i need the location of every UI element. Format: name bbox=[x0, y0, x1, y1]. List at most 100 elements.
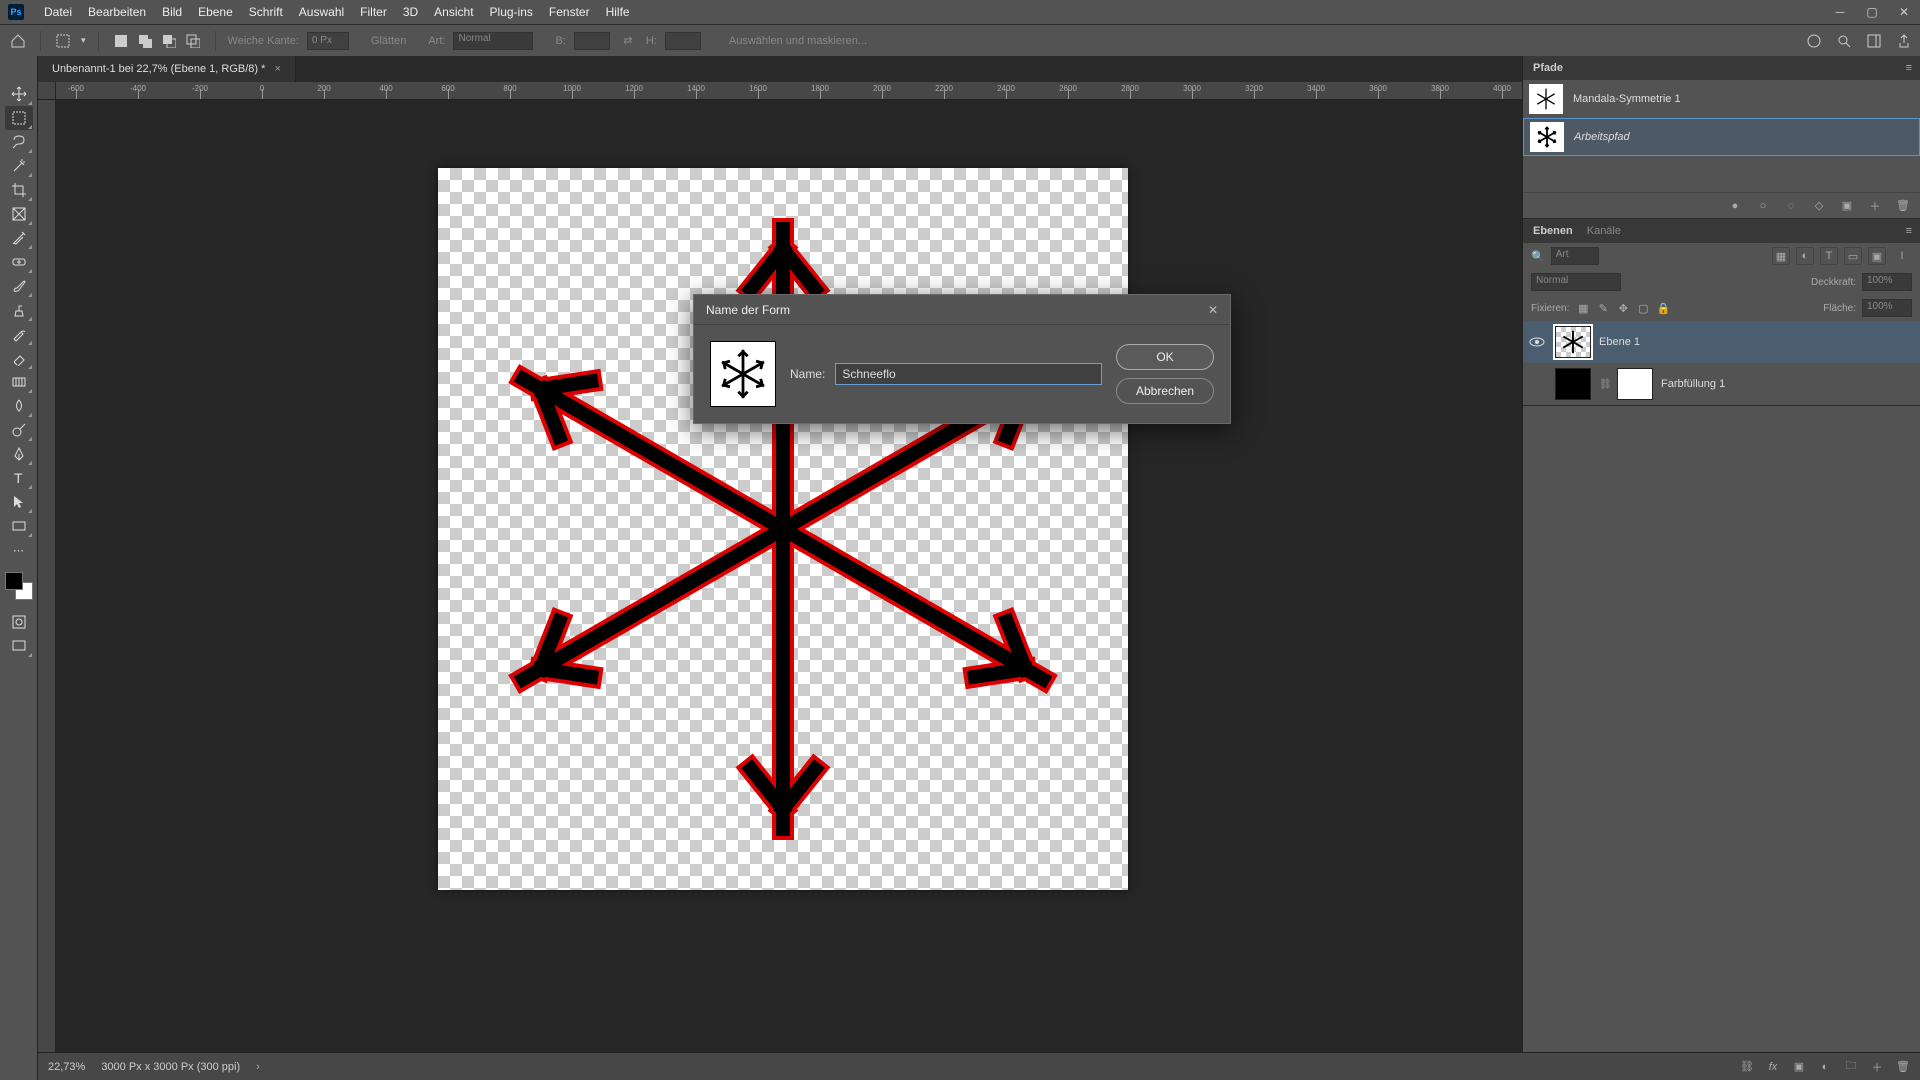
new-layer-icon[interactable]: ＋ bbox=[1870, 1060, 1884, 1074]
dodge-tool[interactable] bbox=[5, 418, 33, 442]
search-icon[interactable]: 🔍 bbox=[1531, 250, 1545, 263]
adjustment-layer-icon[interactable]: ◐ bbox=[1818, 1060, 1832, 1074]
dialog-close-button[interactable]: ✕ bbox=[1204, 301, 1222, 319]
document-info[interactable]: 3000 Px x 3000 Px (300 ppi) bbox=[101, 1061, 240, 1073]
layer-visibility-toggle[interactable] bbox=[1527, 336, 1547, 348]
path-to-selection-icon[interactable]: ◌ bbox=[1784, 199, 1798, 213]
filter-adjustment-icon[interactable]: ◐ bbox=[1796, 247, 1814, 265]
path-item[interactable]: Arbeitspfad bbox=[1523, 118, 1920, 156]
marquee-tool[interactable] bbox=[5, 106, 33, 130]
link-mask-icon[interactable]: ⛓ bbox=[1599, 379, 1609, 390]
layer-mask-thumbnail[interactable] bbox=[1617, 368, 1653, 400]
history-brush-tool[interactable] bbox=[5, 322, 33, 346]
dialog-titlebar[interactable]: Name der Form ✕ bbox=[694, 295, 1230, 325]
new-path-icon[interactable]: ＋ bbox=[1868, 199, 1882, 213]
clone-stamp-tool[interactable] bbox=[5, 298, 33, 322]
delete-path-icon[interactable]: 🗑 bbox=[1896, 199, 1910, 213]
blend-mode-combo[interactable]: Normal bbox=[1531, 273, 1621, 291]
search-icon[interactable] bbox=[1834, 31, 1854, 51]
panel-menu-icon[interactable]: ≡ bbox=[1906, 62, 1912, 74]
path-selection-tool[interactable] bbox=[5, 490, 33, 514]
menu-help[interactable]: Hilfe bbox=[598, 0, 638, 24]
magic-wand-tool[interactable] bbox=[5, 154, 33, 178]
add-mask-icon[interactable]: ▣ bbox=[1840, 199, 1854, 213]
horizontal-ruler[interactable]: -600-400-2000200400600800100012001400160… bbox=[56, 82, 1522, 100]
refine-edge-button[interactable]: Auswählen und maskieren... bbox=[729, 35, 867, 47]
add-selection-icon[interactable] bbox=[135, 31, 155, 51]
fill-path-icon[interactable]: ● bbox=[1728, 199, 1742, 213]
subtract-selection-icon[interactable] bbox=[159, 31, 179, 51]
stroke-path-icon[interactable]: ○ bbox=[1756, 199, 1770, 213]
swap-wh-icon[interactable]: ⇄ bbox=[618, 31, 638, 51]
menu-edit[interactable]: Bearbeiten bbox=[80, 0, 154, 24]
screen-mode-icon[interactable] bbox=[5, 634, 33, 658]
share-icon[interactable] bbox=[1894, 31, 1914, 51]
more-tools-icon[interactable]: ⋯ bbox=[5, 538, 33, 562]
link-layers-icon[interactable]: ⛓ bbox=[1740, 1060, 1754, 1074]
menu-layer[interactable]: Ebene bbox=[190, 0, 241, 24]
filter-type-icon[interactable]: T bbox=[1820, 247, 1838, 265]
menu-window[interactable]: Fenster bbox=[541, 0, 598, 24]
frame-tool[interactable] bbox=[5, 202, 33, 226]
pen-tool[interactable] bbox=[5, 442, 33, 466]
move-tool[interactable] bbox=[5, 82, 33, 106]
color-swatches[interactable] bbox=[5, 572, 33, 600]
menu-filter[interactable]: Filter bbox=[352, 0, 395, 24]
menu-plugins[interactable]: Plug-ins bbox=[482, 0, 541, 24]
menu-file[interactable]: Datei bbox=[36, 0, 80, 24]
brush-tool[interactable] bbox=[5, 274, 33, 298]
ok-button[interactable]: OK bbox=[1116, 344, 1214, 370]
lock-transparency-icon[interactable]: ▦ bbox=[1575, 300, 1591, 316]
path-item[interactable]: Mandala-Symmetrie 1 bbox=[1523, 80, 1920, 118]
paths-tab[interactable]: Pfade bbox=[1533, 62, 1563, 74]
filter-toggle-icon[interactable]: ⏽ bbox=[1892, 250, 1912, 263]
foreground-color-swatch[interactable] bbox=[5, 572, 23, 590]
layer-item[interactable]: ⛓ Farbfüllung 1 bbox=[1523, 363, 1920, 405]
layer-thumbnail[interactable] bbox=[1555, 326, 1591, 358]
home-icon[interactable] bbox=[8, 31, 28, 51]
zoom-level[interactable]: 22,73% bbox=[48, 1061, 85, 1073]
fill-input[interactable]: 100% bbox=[1862, 299, 1912, 317]
menu-view[interactable]: Ansicht bbox=[426, 0, 481, 24]
intersect-selection-icon[interactable] bbox=[183, 31, 203, 51]
width-input[interactable] bbox=[574, 32, 610, 50]
workspace-icon[interactable] bbox=[1864, 31, 1884, 51]
channels-tab[interactable]: Kanäle bbox=[1587, 225, 1621, 237]
feather-input[interactable] bbox=[307, 32, 349, 50]
delete-layer-icon[interactable]: 🗑 bbox=[1896, 1060, 1910, 1074]
tab-close-icon[interactable]: × bbox=[274, 63, 280, 75]
opacity-input[interactable]: 100% bbox=[1862, 273, 1912, 291]
crop-tool[interactable] bbox=[5, 178, 33, 202]
ruler-origin[interactable] bbox=[38, 82, 56, 100]
window-minimize-button[interactable]: ─ bbox=[1824, 0, 1856, 24]
layer-item[interactable]: Ebene 1 bbox=[1523, 321, 1920, 363]
add-mask-icon[interactable]: ▣ bbox=[1792, 1060, 1806, 1074]
lock-all-icon[interactable]: 🔒 bbox=[1655, 300, 1671, 316]
chevron-right-icon[interactable]: › bbox=[256, 1061, 260, 1073]
layers-tab[interactable]: Ebenen bbox=[1533, 225, 1573, 237]
vertical-ruler[interactable] bbox=[38, 100, 56, 1052]
style-combo[interactable]: Normal bbox=[453, 32, 533, 50]
filter-smart-icon[interactable]: ▣ bbox=[1868, 247, 1886, 265]
menu-3d[interactable]: 3D bbox=[395, 0, 426, 24]
shape-name-input[interactable] bbox=[835, 363, 1102, 385]
lock-position-icon[interactable]: ✥ bbox=[1615, 300, 1631, 316]
menu-select[interactable]: Auswahl bbox=[291, 0, 352, 24]
layer-kind-combo[interactable]: Art bbox=[1551, 247, 1599, 265]
type-tool[interactable]: T bbox=[5, 466, 33, 490]
window-close-button[interactable]: ✕ bbox=[1888, 0, 1920, 24]
document-canvas[interactable] bbox=[438, 168, 1128, 890]
cloud-docs-icon[interactable] bbox=[1804, 31, 1824, 51]
menu-image[interactable]: Bild bbox=[154, 0, 190, 24]
lock-artboard-icon[interactable]: ▢ bbox=[1635, 300, 1651, 316]
rectangle-tool[interactable] bbox=[5, 514, 33, 538]
eyedropper-tool[interactable] bbox=[5, 226, 33, 250]
selection-to-path-icon[interactable]: ◇ bbox=[1812, 199, 1826, 213]
gradient-tool[interactable] bbox=[5, 370, 33, 394]
lock-pixels-icon[interactable]: ✎ bbox=[1595, 300, 1611, 316]
panel-menu-icon[interactable]: ≡ bbox=[1906, 225, 1912, 237]
tool-preset-icon[interactable] bbox=[53, 31, 73, 51]
layer-thumbnail[interactable] bbox=[1555, 368, 1591, 400]
blur-tool[interactable] bbox=[5, 394, 33, 418]
healing-brush-tool[interactable] bbox=[5, 250, 33, 274]
